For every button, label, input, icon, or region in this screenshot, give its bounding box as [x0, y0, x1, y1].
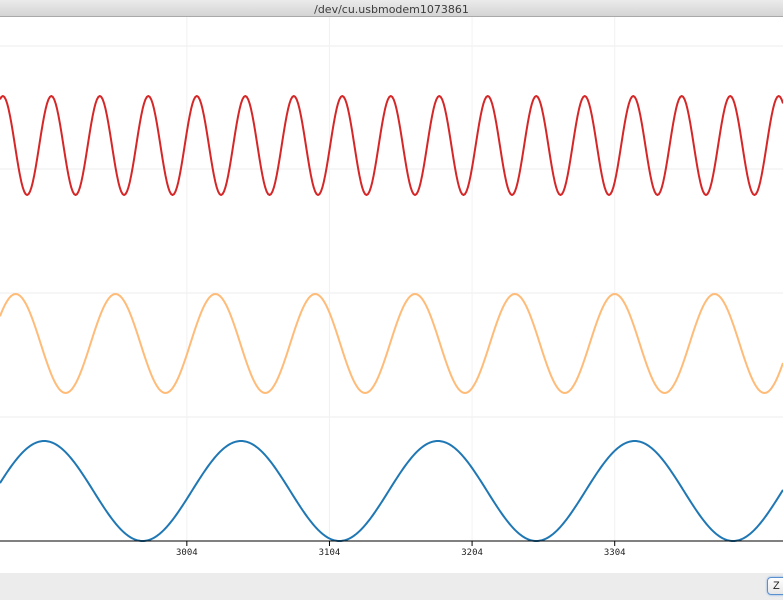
- zoom-button[interactable]: Z: [767, 577, 783, 595]
- window-titlebar[interactable]: /dev/cu.usbmodem1073861: [0, 0, 783, 17]
- x-tick-label-2: 3204: [461, 548, 483, 558]
- x-tick-label-3: 3304: [604, 548, 626, 558]
- x-tick-label-1: 3104: [319, 548, 341, 558]
- footer-bar: Z: [0, 573, 783, 600]
- x-axis: 3004 3104 3204 3304: [0, 540, 783, 558]
- series-line-2: [0, 440, 783, 542]
- x-tick-label-0: 3004: [176, 548, 198, 558]
- plot-area: 3004 3104 3204 3304: [0, 17, 783, 558]
- series-line-1: [0, 293, 783, 394]
- series-line-0: [0, 95, 783, 196]
- window-title: /dev/cu.usbmodem1073861: [314, 3, 469, 16]
- series-lines: [0, 95, 783, 542]
- serial-plotter-window: /dev/cu.usbmodem1073861 3004 3104 3204 3304…: [0, 0, 783, 600]
